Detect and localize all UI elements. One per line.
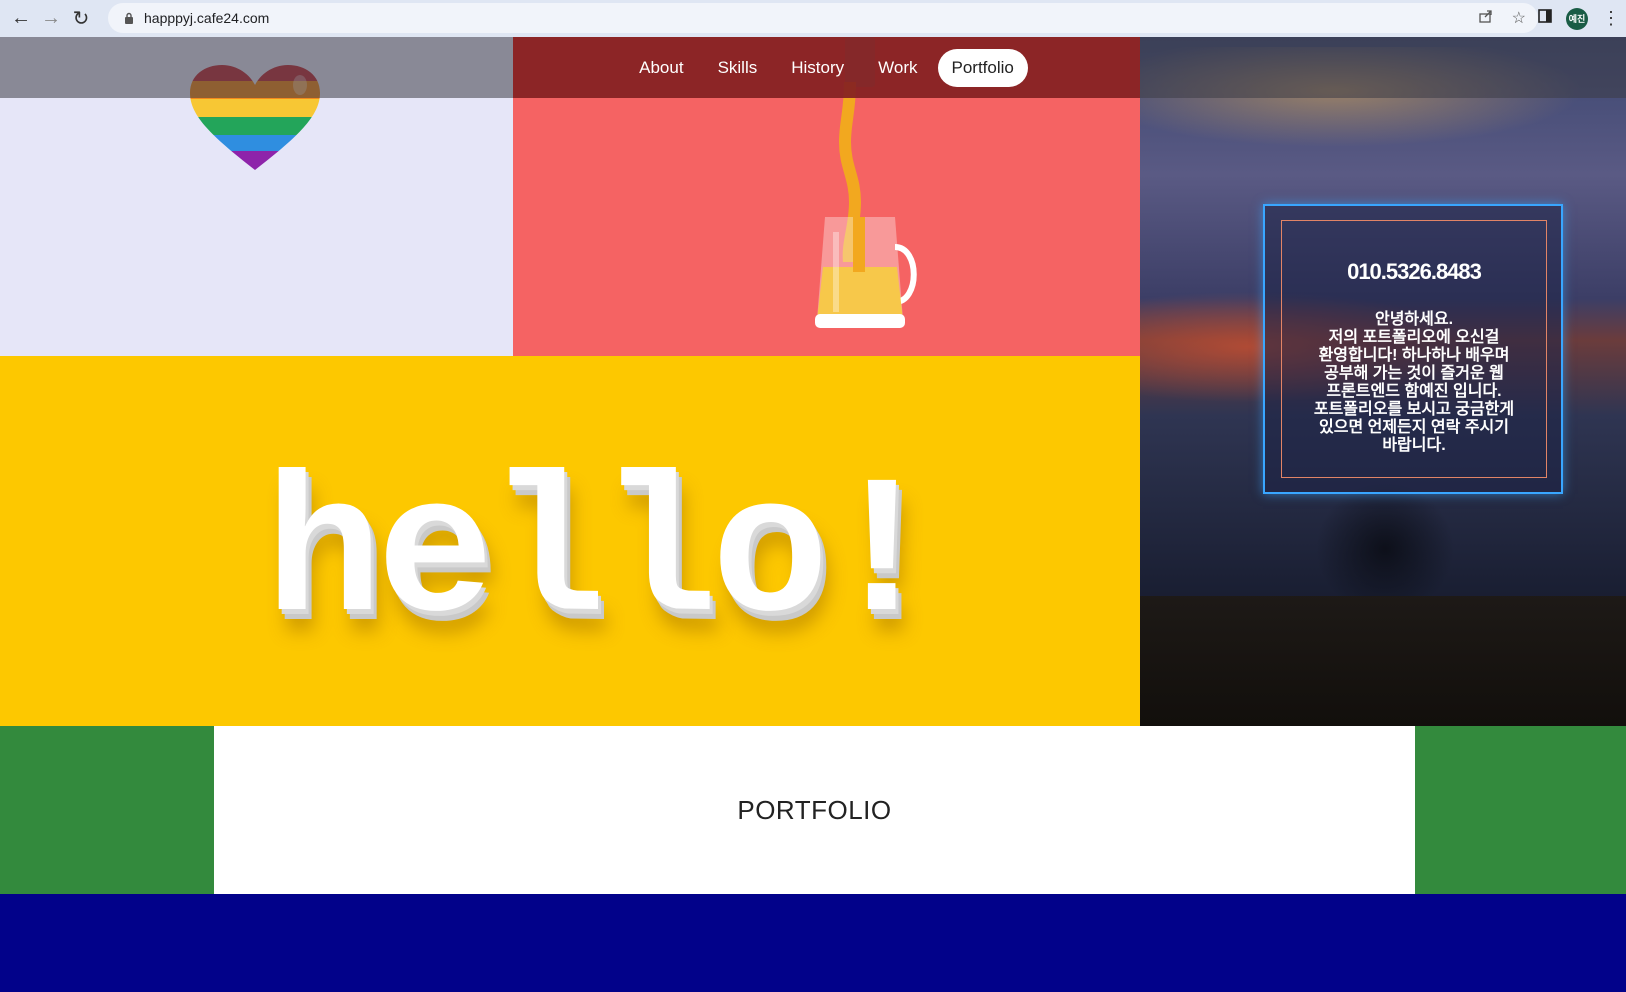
kebab-menu-icon[interactable]: ⋮: [1602, 8, 1620, 29]
browser-toolbar: ← → ↻ happpyj.cafe24.com ☆ 예진 ⋮: [0, 0, 1626, 37]
star-icon[interactable]: ☆: [1512, 8, 1526, 28]
greeting-message: 안녕하세요. 저의 포트폴리오에 오신걸 환영합니다! 하나하나 배우며 공부해…: [1313, 311, 1515, 454]
side-panel-icon[interactable]: [1538, 9, 1552, 28]
green-panel-right: [1415, 726, 1626, 894]
nav-work[interactable]: Work: [864, 49, 931, 87]
nav-skills[interactable]: Skills: [704, 49, 772, 87]
share-icon[interactable]: [1478, 8, 1494, 29]
navy-section: [0, 894, 1626, 992]
nav-portfolio[interactable]: Portfolio: [937, 48, 1028, 87]
green-panel-left: [0, 726, 214, 894]
forward-arrow-icon[interactable]: →: [36, 4, 66, 34]
contact-card: 010.5326.8483 안녕하세요. 저의 포트폴리오에 오신걸 환영합니다…: [1263, 204, 1563, 494]
reload-icon[interactable]: ↻: [66, 4, 96, 34]
lock-icon[interactable]: [122, 12, 136, 24]
page-content: PORTFOLIO hello! 010.5326.8483 안녕하세요. 저의…: [0, 37, 1626, 992]
hello-hero-text: hello!: [265, 446, 941, 668]
nav-history[interactable]: History: [777, 49, 858, 87]
nav-about[interactable]: About: [625, 49, 697, 87]
beer-mug-icon: [815, 217, 917, 328]
back-arrow-icon[interactable]: ←: [6, 4, 36, 34]
main-nav: About Skills History Work Portfolio: [513, 37, 1140, 98]
contact-card-inner: 010.5326.8483 안녕하세요. 저의 포트폴리오에 오신걸 환영합니다…: [1281, 220, 1547, 478]
url-text[interactable]: happpyj.cafe24.com: [144, 10, 269, 26]
profile-avatar[interactable]: 예진: [1566, 7, 1588, 30]
address-bar[interactable]: happpyj.cafe24.com ☆: [108, 3, 1538, 33]
portfolio-heading: PORTFOLIO: [737, 794, 892, 825]
phone-number: 010.5326.8483: [1347, 259, 1482, 284]
animal-silhouette: [1310, 477, 1460, 597]
